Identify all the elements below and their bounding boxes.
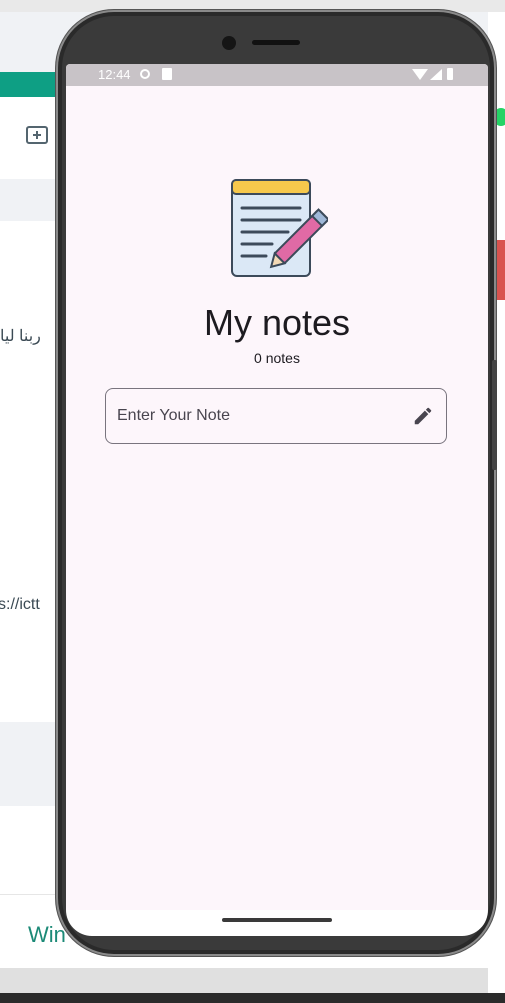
edit-icon[interactable] [412,405,434,427]
status-time: 12:44 [98,67,131,82]
notepad-pencil-icon [231,179,328,277]
status-bar: 12:44 [66,64,488,86]
volume-button [492,360,497,470]
app-screen: 12:44 My notes 0 notes [66,64,488,910]
sd-card-icon [162,68,172,80]
gesture-nav-bar [66,910,488,936]
bg-right-accent [496,240,505,300]
bg-bottom-label: Win [28,922,66,947]
wifi-icon [412,69,428,80]
earpiece-speaker [252,40,300,45]
signal-icon [430,69,442,80]
home-gesture-handle[interactable] [222,918,332,922]
bg-bottom-bar [0,968,505,993]
new-chat-icon[interactable] [26,126,48,144]
taskbar [0,993,505,1003]
page-title: My notes [203,302,351,343]
notes-count: 0 notes [254,350,300,366]
note-input-field[interactable] [105,388,447,444]
vpn-icon [140,69,150,79]
front-camera [222,36,236,50]
battery-icon [447,68,453,80]
note-input[interactable] [106,389,396,443]
